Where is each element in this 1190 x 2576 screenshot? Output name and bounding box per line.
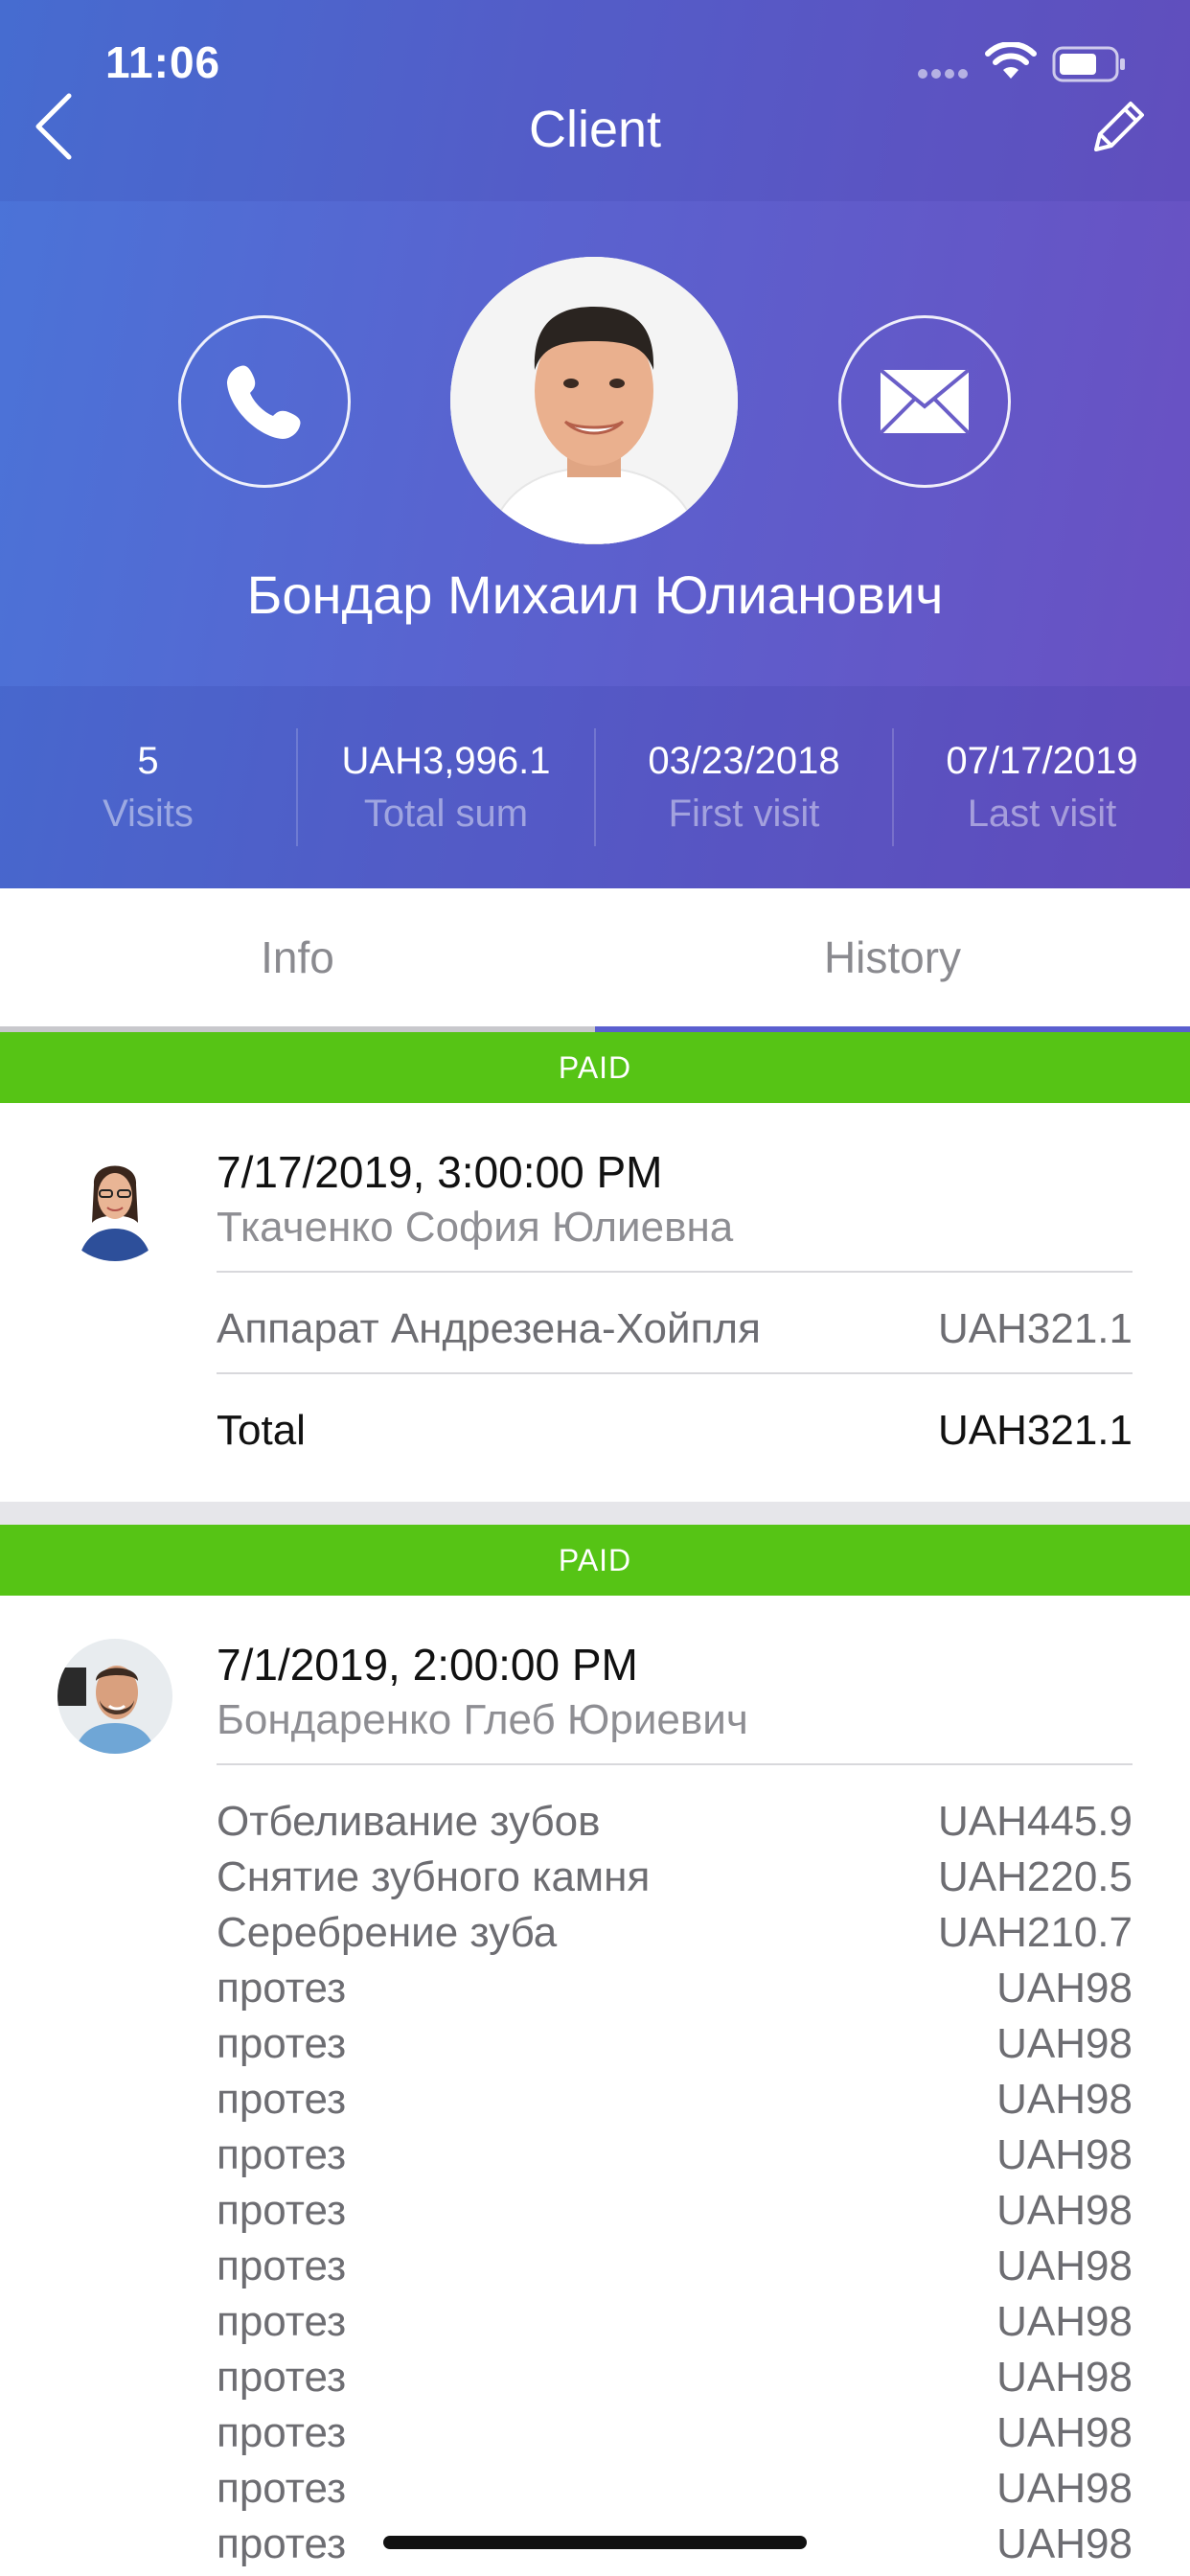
service-name: протез <box>217 2076 347 2123</box>
divider <box>217 1763 1133 1765</box>
page-title: Client <box>528 101 662 158</box>
service-row: Снятие зубного камня UAH220.5 <box>217 1853 1133 1901</box>
tab-bar: Info History <box>0 888 1190 1032</box>
service-row: протез UAH98 <box>217 2020 1133 2068</box>
client-avatar <box>450 257 738 544</box>
service-name: протез <box>217 2520 347 2567</box>
service-name: протез <box>217 2242 347 2289</box>
stat-value: 03/23/2018 <box>648 739 840 782</box>
service-name: протез <box>217 2298 347 2345</box>
doctor-avatar[interactable] <box>57 1639 172 1754</box>
stat-value: 5 <box>137 739 159 782</box>
service-name: протез <box>217 2187 347 2234</box>
service-row: протез UAH98 <box>217 2076 1133 2124</box>
doctor-avatar[interactable] <box>57 1146 172 1261</box>
stat-label: First visit <box>668 792 820 835</box>
divider <box>217 1372 1133 1374</box>
service-row: протез UAH98 <box>217 2298 1133 2346</box>
client-header: 11:06 Client Бондар Михаил Юлианович 5 V… <box>0 0 1190 888</box>
service-row: Аппарат Андрезена-Хойпля UAH321.1 <box>217 1305 1133 1353</box>
visit-datetime: 7/1/2019, 2:00:00 PM <box>217 1640 638 1690</box>
service-price: UAH98 <box>996 2465 1133 2512</box>
service-row: Отбеливание зубов UAH445.9 <box>217 1798 1133 1846</box>
wifi-icon <box>985 42 1037 79</box>
total-value: UAH321.1 <box>937 1407 1133 1454</box>
stat-label: Visits <box>103 792 194 835</box>
service-price: UAH98 <box>996 2298 1133 2345</box>
client-name: Бондар Михаил Юлианович <box>246 564 944 625</box>
status-badge: PAID <box>0 1032 1190 1103</box>
stat-value: 07/17/2019 <box>946 739 1138 782</box>
home-indicator[interactable] <box>383 2536 807 2549</box>
service-price: UAH98 <box>996 2187 1133 2234</box>
stat-last-visit: 07/17/2019 Last visit <box>894 728 1190 846</box>
service-name: протез <box>217 2131 347 2178</box>
battery-icon <box>1052 46 1125 82</box>
status-time: 11:06 <box>105 37 221 87</box>
edit-pencil-icon[interactable] <box>1083 96 1150 163</box>
stat-label: Total sum <box>363 792 529 835</box>
service-price: UAH98 <box>996 2409 1133 2456</box>
service-name: Отбеливание зубов <box>217 1798 601 1845</box>
visit-doctor-name: Ткаченко София Юлиевна <box>217 1204 734 1251</box>
mail-icon <box>879 368 971 435</box>
stat-label: Last visit <box>967 792 1117 835</box>
service-price: UAH321.1 <box>937 1305 1133 1352</box>
service-name: Снятие зубного камня <box>217 1853 651 1900</box>
service-name: Серебрение зуба <box>217 1909 558 1956</box>
signal-icon <box>918 69 975 79</box>
client-stats: 5 Visits UAH3,996.1 Total sum 03/23/2018… <box>0 686 1190 888</box>
service-name: протез <box>217 2020 347 2067</box>
divider <box>217 1271 1133 1273</box>
service-row: протез UAH98 <box>217 2465 1133 2513</box>
tab-info[interactable]: Info <box>0 888 595 1032</box>
client-photo <box>450 257 738 544</box>
service-price: UAH445.9 <box>937 1798 1133 1845</box>
card-separator <box>0 1502 1190 1525</box>
doctor-photo <box>57 1146 172 1261</box>
visit-doctor-name: Бондаренко Глеб Юриевич <box>217 1696 748 1743</box>
service-price: UAH98 <box>996 2242 1133 2289</box>
service-price: UAH98 <box>996 1965 1133 2012</box>
doctor-photo <box>57 1639 172 1754</box>
stat-total-sum: UAH3,996.1 Total sum <box>298 728 596 846</box>
service-row: Серебрение зуба UAH210.7 <box>217 1909 1133 1957</box>
stat-first-visit: 03/23/2018 First visit <box>596 728 894 846</box>
status-badge: PAID <box>0 1525 1190 1596</box>
service-name: Аппарат Андрезена-Хойпля <box>217 1305 761 1352</box>
service-price: UAH98 <box>996 2020 1133 2067</box>
call-button[interactable] <box>178 315 351 488</box>
service-price: UAH220.5 <box>937 1853 1133 1900</box>
service-row: протез UAH98 <box>217 2354 1133 2402</box>
tab-history[interactable]: History <box>595 888 1190 1032</box>
service-row: протез UAH98 <box>217 1965 1133 2012</box>
service-name: протез <box>217 2354 347 2401</box>
service-row: протез UAH98 <box>217 2242 1133 2290</box>
total-label: Total <box>217 1407 306 1454</box>
stat-visits: 5 Visits <box>0 728 298 846</box>
phone-icon <box>227 365 301 439</box>
service-price: UAH98 <box>996 2354 1133 2401</box>
visit-datetime: 7/17/2019, 3:00:00 PM <box>217 1147 663 1197</box>
total-row: Total UAH321.1 <box>217 1407 1133 1455</box>
service-row: протез UAH98 <box>217 2409 1133 2457</box>
email-button[interactable] <box>838 315 1011 488</box>
service-name: протез <box>217 1965 347 2012</box>
service-price: UAH98 <box>996 2076 1133 2123</box>
service-price: UAH98 <box>996 2520 1133 2567</box>
service-name: протез <box>217 2465 347 2512</box>
service-price: UAH98 <box>996 2131 1133 2178</box>
service-name: протез <box>217 2409 347 2456</box>
service-row: протез UAH98 <box>217 2187 1133 2235</box>
stat-value: UAH3,996.1 <box>341 739 551 782</box>
service-row: протез UAH98 <box>217 2131 1133 2179</box>
service-price: UAH210.7 <box>937 1909 1133 1956</box>
